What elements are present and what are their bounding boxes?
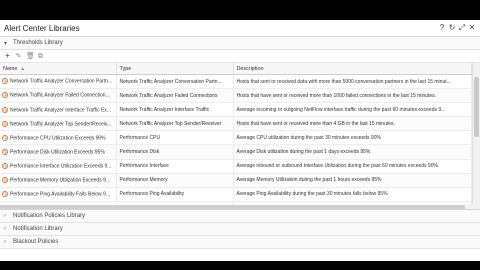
cell-name: Performance Interface Utilization Exceed… [0,159,117,174]
threshold-icon [2,148,8,155]
thresholds-toolbar: + ✎ 🗑 ⧉ [0,50,480,63]
cell-description: Average inbound or outbound Interface Ut… [233,159,472,174]
cell-type: Network Traffic Analyzer Top Sender/Rece… [116,116,234,132]
column-header-description[interactable]: Description [233,63,472,75]
thresholds-table: Name ▲ Type Description Network Traffic A… [0,63,472,209]
window-controls: ? ↻ ⤢ ✕ [438,24,476,32]
table-row[interactable]: Performance Memory Utilization Exceeds 9… [0,173,472,188]
cell-type: Performance Ping Availability [116,187,234,202]
cell-type: Performance Disk [116,144,234,160]
threshold-icon [2,134,8,141]
cell-description: Hosts that sent or received data with mo… [233,74,472,90]
section-notification-library[interactable]: › Notification Library [0,223,480,236]
cell-description: Hosts that have sent or received more th… [233,116,472,132]
cell-description: Average Disk utilization during the past… [233,144,472,160]
cell-type: Performance CPU [116,130,234,146]
chevron-right-icon: › [4,213,6,219]
help-icon[interactable]: ? [438,24,446,32]
cell-description: Average Ping Availability during the pas… [233,187,472,202]
column-header-type[interactable]: Type [116,63,234,75]
cell-name: Network Traffic Analyzer Failed Connecti… [0,88,117,104]
scroll-thumb[interactable] [474,77,479,137]
chevron-right-icon: › [4,226,6,232]
section-label: Notification Library [13,226,63,232]
table-row[interactable]: Network Traffic Analyzer Interface Traff… [0,102,472,118]
close-icon[interactable]: ✕ [468,24,476,32]
copy-icon[interactable]: ⧉ [37,53,44,60]
cell-name: Network Traffic Analyzer Interface Traff… [0,102,117,118]
cell-name: Performance Memory Utilization Exceeds 9… [0,173,117,188]
section-notification-policies-library[interactable]: › Notification Policies Library [0,210,480,223]
cell-type: Network Traffic Analyzer Interface Traff… [116,102,234,118]
edit-icon[interactable]: ✎ [15,53,22,60]
cell-name: Performance Disk Utilization Exceeds 95% [0,144,117,160]
sort-asc-icon: ▲ [20,65,25,71]
cell-name: Network Traffic Analyzer Conversation Pa… [0,74,117,90]
cell-description: Average incoming or outgoing NetFlow int… [233,102,472,118]
section-label: Thresholds Library [13,40,63,46]
table-row[interactable]: Performance Interface Utilization Exceed… [0,159,472,174]
section-thresholds-library[interactable]: ▾ Thresholds Library [0,37,480,50]
cell-name: Performance Ping Availability Falls Belo… [0,187,117,202]
thresholds-grid: Name ▲ Type Description Network Traffic A… [0,63,480,210]
threshold-icon [2,162,8,169]
cell-name: Network Traffic Analyzer Top Sender/Rece… [0,116,117,132]
table-row[interactable]: Performance Ping Availability Falls Belo… [0,187,472,202]
cell-type: Performance Interface [116,159,234,174]
chevron-right-icon: › [4,239,6,245]
panel-titlebar: Alert Center Libraries ? ↻ ⤢ ✕ [0,20,480,37]
table-header-row: Name ▲ Type Description [0,63,472,75]
alert-center-libraries-panel: Alert Center Libraries ? ↻ ⤢ ✕ ▾ Thresho… [0,20,480,261]
threshold-icon [2,120,8,127]
cell-name: Performance CPU Utilization Exceeds 90% [0,130,117,146]
expand-icon[interactable]: ⤢ [458,24,466,32]
vertical-scrollbar[interactable] [472,63,480,209]
add-icon[interactable]: + [4,53,11,60]
table-row[interactable]: Network Traffic Analyzer Conversation Pa… [0,74,472,90]
cell-description: Average Memory Utilization during the pa… [233,173,472,188]
cell-description: Average CPU utilization during the past … [233,130,472,146]
cell-description: Hosts that have sent or received more th… [233,88,472,104]
threshold-icon [2,92,8,99]
chevron-down-icon: ▾ [4,40,8,47]
threshold-icon [2,177,8,183]
cell-type: Network Traffic Analyzer Conversation Pa… [116,74,234,90]
table-row[interactable]: Performance Disk Utilization Exceeds 95%… [0,144,472,160]
delete-icon[interactable]: 🗑 [26,53,35,60]
scroll-thumb[interactable] [0,205,465,209]
threshold-icon [2,191,8,198]
cell-type: Network Traffic Analyzer Failed Connecti… [116,88,234,104]
column-header-name[interactable]: Name ▲ [0,63,117,75]
threshold-icon [2,78,8,85]
table-row[interactable]: Network Traffic Analyzer Failed Connecti… [0,88,472,104]
section-blackout-policies[interactable]: › Blackout Policies [0,236,480,249]
table-row[interactable]: Network Traffic Analyzer Top Sender/Rece… [0,116,472,132]
section-label: Notification Policies Library [13,213,86,219]
refresh-icon[interactable]: ↻ [448,24,456,32]
horizontal-scrollbar[interactable] [0,205,473,209]
threshold-icon [2,106,8,113]
table-row[interactable]: Performance CPU Utilization Exceeds 90% P… [0,130,472,146]
panel-title: Alert Center Libraries [4,23,80,33]
section-label: Blackout Policies [13,239,59,245]
cell-type: Performance Memory [116,173,234,188]
